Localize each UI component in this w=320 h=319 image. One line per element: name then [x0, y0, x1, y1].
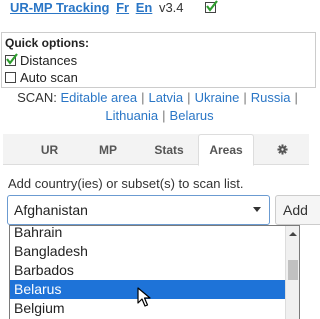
- tab-settings[interactable]: [257, 134, 307, 165]
- app-title-link[interactable]: UR-MP Tracking: [10, 0, 109, 15]
- scan-link-ukraine[interactable]: Ukraine: [195, 90, 240, 105]
- areas-instruction: Add country(ies) or subset(s) to scan li…: [8, 176, 244, 191]
- distances-option[interactable]: Distances: [5, 53, 77, 68]
- scan-link-lithuania[interactable]: Lithuania: [105, 108, 158, 123]
- dropdown-option-barbados[interactable]: Barbados: [10, 261, 286, 280]
- autoscan-label: Auto scan: [20, 70, 78, 85]
- tab-areas[interactable]: Areas: [198, 134, 254, 166]
- scan-links-row-2: Lithuania | Belarus: [105, 108, 214, 123]
- autoscan-checkbox[interactable]: [5, 72, 16, 83]
- distances-label: Distances: [20, 53, 78, 68]
- header: UR-MP Tracking Fr En v3.4: [10, 0, 220, 16]
- scan-link-belarus[interactable]: Belarus: [170, 108, 214, 123]
- language-en-link[interactable]: En: [136, 0, 153, 15]
- scan-label: SCAN:: [17, 90, 57, 105]
- scan-link-editable-area[interactable]: Editable area: [60, 90, 137, 105]
- scan-links-row-1: SCAN: Editable area | Latvia | Ukraine | Russi…: [17, 90, 298, 105]
- scan-link-russia[interactable]: Russia: [251, 90, 291, 105]
- tab-ur[interactable]: UR: [26, 134, 73, 165]
- scan-link-latvia[interactable]: Latvia: [148, 90, 183, 105]
- dropdown-option-bahrain[interactable]: Bahrain: [10, 226, 286, 242]
- country-dropdown-list[interactable]: Bahrain Bangladesh Barbados Belarus Belg…: [9, 225, 300, 319]
- dropdown-option-bangladesh[interactable]: Bangladesh: [10, 242, 286, 261]
- scroll-up-arrow-icon[interactable]: [289, 232, 297, 236]
- quick-options-panel: Quick options: Distances Auto scan: [1, 32, 316, 88]
- tab-mp[interactable]: MP: [83, 134, 133, 165]
- version-label: v3.4: [158, 0, 184, 15]
- add-button[interactable]: Add: [275, 195, 320, 225]
- checkmark-icon: [206, 0, 219, 12]
- country-select-value: Afghanistan: [14, 202, 88, 218]
- distances-checkbox[interactable]: [5, 53, 18, 66]
- tab-stats[interactable]: Stats: [141, 134, 197, 165]
- tab-bar: UR MP Stats Areas: [3, 134, 309, 166]
- checkmark-icon: [6, 53, 18, 65]
- mouse-pointer-icon: [137, 287, 151, 307]
- chevron-down-icon: [253, 207, 261, 212]
- enable-checkbox[interactable]: [205, 0, 219, 13]
- autoscan-option[interactable]: Auto scan: [5, 70, 78, 85]
- quick-options-title: Quick options:: [5, 36, 89, 50]
- scrollbar-thumb[interactable]: [288, 260, 298, 280]
- country-select[interactable]: Afghanistan: [7, 195, 270, 225]
- language-fr-link[interactable]: Fr: [116, 0, 129, 15]
- gear-icon: [276, 144, 288, 155]
- dropdown-scrollbar[interactable]: [285, 226, 299, 319]
